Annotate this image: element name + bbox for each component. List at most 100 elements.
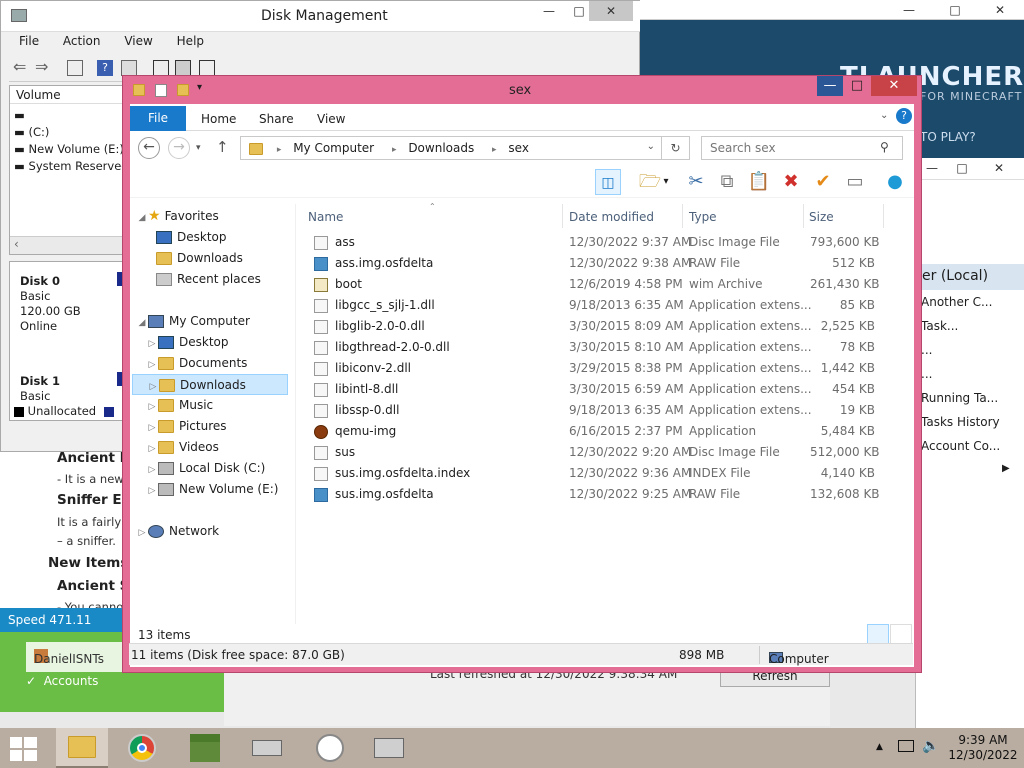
horizontal-scrollbar[interactable]: ‹	[10, 236, 128, 254]
tab-home[interactable]: Home	[201, 112, 236, 126]
help-icon[interactable]: ?	[896, 108, 912, 124]
menu-action[interactable]: Action	[63, 34, 101, 48]
disk-1-info[interactable]: Disk 1 Basic	[10, 370, 122, 408]
nav-fav-recent-places[interactable]: Recent places	[156, 269, 316, 290]
network-icon[interactable]	[898, 740, 914, 752]
refresh-icon[interactable]: ↻	[662, 136, 690, 160]
file-row[interactable]: libglib-2.0-0.dll 3/30/2015 8:09 AM Applic…	[300, 316, 900, 337]
menu-help[interactable]: Help	[177, 34, 204, 48]
action-item[interactable]: Another C...	[921, 295, 992, 309]
tab-share[interactable]: Share	[259, 112, 294, 126]
tab-view[interactable]: View	[317, 112, 345, 126]
forward-arrow-icon[interactable]: ⇒	[35, 59, 51, 76]
chevron-down-icon[interactable]: ▾	[197, 82, 202, 93]
accounts-checkbox[interactable]: ✓ Accounts	[26, 674, 98, 688]
nav-fav-desktop[interactable]: Desktop	[156, 227, 316, 248]
properties-icon[interactable]	[155, 84, 167, 97]
file-row[interactable]: sus.img.osfdelta 12/30/2022 9:25 AM RAW Fi…	[300, 484, 900, 505]
minimize-icon[interactable]: —	[922, 158, 942, 178]
breadcrumb-chevron-icon[interactable]: ▸	[392, 145, 397, 155]
breadcrumb-chevron-icon[interactable]: ▸	[277, 145, 282, 155]
action-item[interactable]: Tasks History	[921, 415, 1000, 429]
maximize-icon[interactable]: □	[952, 158, 972, 178]
rescan-icon[interactable]	[199, 60, 215, 76]
nav-network[interactable]: ▷ Network	[136, 521, 296, 542]
action-item[interactable]: ...	[921, 343, 932, 357]
nav-desktop[interactable]: ▷ Desktop	[146, 332, 306, 353]
preview-pane-icon[interactable]: ◫	[595, 169, 621, 195]
column-date-modified[interactable]: Date modified	[569, 210, 654, 224]
address-bar[interactable]: ▸ My Computer ▸ Downloads ▸ sex ⌄	[240, 136, 662, 160]
nav-documents[interactable]: ▷ Documents	[146, 353, 306, 374]
maximize-icon[interactable]: □	[843, 76, 871, 96]
delete-icon[interactable]: ✖	[778, 169, 804, 195]
column-separator[interactable]	[562, 204, 563, 228]
rename-icon[interactable]: ▭	[842, 169, 868, 195]
disk-management-taskbar-icon[interactable]	[240, 728, 292, 768]
file-row[interactable]: libgcc_s_sjlj-1.dll 9/18/2013 6:35 AM Appl…	[300, 295, 900, 316]
nav-music[interactable]: ▷ Music	[146, 395, 306, 416]
action-item[interactable]: Task...	[921, 319, 958, 333]
nav-favorites[interactable]: ◢ ★ Favorites	[136, 206, 296, 227]
file-explorer-taskbar-icon[interactable]	[56, 728, 108, 768]
recent-locations-icon[interactable]: ▾	[196, 143, 201, 153]
close-icon[interactable]: ✕	[871, 76, 917, 96]
minimize-icon[interactable]: —	[894, 0, 924, 20]
printer-taskbar-icon[interactable]	[362, 728, 414, 768]
nav-videos[interactable]: ▷ Videos	[146, 437, 306, 458]
chrome-taskbar-icon[interactable]	[116, 728, 168, 768]
column-name[interactable]: Name	[308, 210, 343, 224]
close-icon[interactable]: ✕	[984, 158, 1014, 178]
system-clock[interactable]: 9:39 AM 12/30/2022	[948, 733, 1018, 763]
shell-icon[interactable]: ●	[882, 169, 908, 195]
checkmark-icon[interactable]: ✔	[810, 169, 836, 195]
help-icon[interactable]: ?	[97, 60, 113, 76]
task-scheduler-header[interactable]: er (Local)	[916, 264, 1024, 290]
volume-icon[interactable]: 🔈	[922, 738, 939, 754]
menu-view[interactable]: View	[124, 34, 152, 48]
nav-new-volume-e[interactable]: ▷ New Volume (E:)	[146, 479, 306, 500]
details-view-icon[interactable]	[867, 624, 889, 644]
nav-fav-downloads[interactable]: Downloads	[156, 248, 316, 269]
column-separator[interactable]	[803, 204, 804, 228]
properties-icon[interactable]	[67, 60, 83, 76]
volume-row[interactable]: ▬ New Volume (E:)	[14, 142, 124, 156]
file-row[interactable]: libintl-8.dll 3/30/2015 6:59 AM Applicatio…	[300, 379, 900, 400]
maximize-icon[interactable]: □	[569, 1, 589, 21]
folder-icon[interactable]	[133, 84, 145, 96]
column-separator[interactable]	[883, 204, 884, 228]
back-icon[interactable]: ←	[138, 137, 160, 159]
new-folder-icon[interactable]	[177, 84, 189, 96]
file-row[interactable]: libssp-0.dll 9/18/2013 6:35 AM Application…	[300, 400, 900, 421]
column-separator[interactable]	[682, 204, 683, 228]
action-item[interactable]: Running Ta...	[921, 391, 998, 405]
pane-divider[interactable]	[295, 204, 296, 624]
check-icon[interactable]	[175, 60, 191, 76]
maximize-icon[interactable]: □	[940, 0, 970, 20]
breadcrumb-sex[interactable]: sex	[508, 141, 529, 155]
search-input[interactable]: Search sex	[701, 136, 903, 160]
large-icons-view-icon[interactable]	[890, 624, 912, 644]
paste-icon[interactable]: 📋	[746, 169, 772, 195]
refresh-icon[interactable]	[153, 60, 169, 76]
breadcrumb-chevron-icon[interactable]: ▸	[492, 145, 497, 155]
file-row[interactable]: ass 12/30/2022 9:37 AM Disc Image File 793,…	[300, 232, 900, 253]
breadcrumb-downloads[interactable]: Downloads	[408, 141, 474, 155]
submenu-arrow-icon[interactable]: ▶	[1002, 463, 1010, 474]
list-view-icon[interactable]	[121, 60, 137, 76]
back-arrow-icon[interactable]: ⇐	[13, 59, 29, 76]
action-item[interactable]: ...	[921, 367, 932, 381]
cut-icon[interactable]: ✂	[683, 169, 709, 195]
volume-row[interactable]: ▬ System Reserved	[14, 159, 129, 173]
tlauncher-titlebar[interactable]: — □ ✕	[640, 0, 1024, 20]
nav-downloads[interactable]: ▷ Downloads	[132, 374, 288, 395]
disk-0-info[interactable]: Disk 0 Basic 120.00 GB Online	[10, 270, 122, 338]
copy-icon[interactable]: ⧉	[714, 169, 740, 195]
address-dropdown-icon[interactable]: ⌄	[647, 141, 655, 152]
windows-start-icon[interactable]	[10, 737, 38, 761]
chevron-down-icon[interactable]: ▾	[660, 169, 672, 195]
menu-file[interactable]: File	[19, 34, 39, 48]
file-row[interactable]: qemu-img 6/16/2015 2:37 PM Application 5,48…	[300, 421, 900, 442]
volume-column-header[interactable]: Volume	[10, 86, 130, 104]
file-row[interactable]: libiconv-2.dll 3/29/2015 8:38 PM Applicati…	[300, 358, 900, 379]
